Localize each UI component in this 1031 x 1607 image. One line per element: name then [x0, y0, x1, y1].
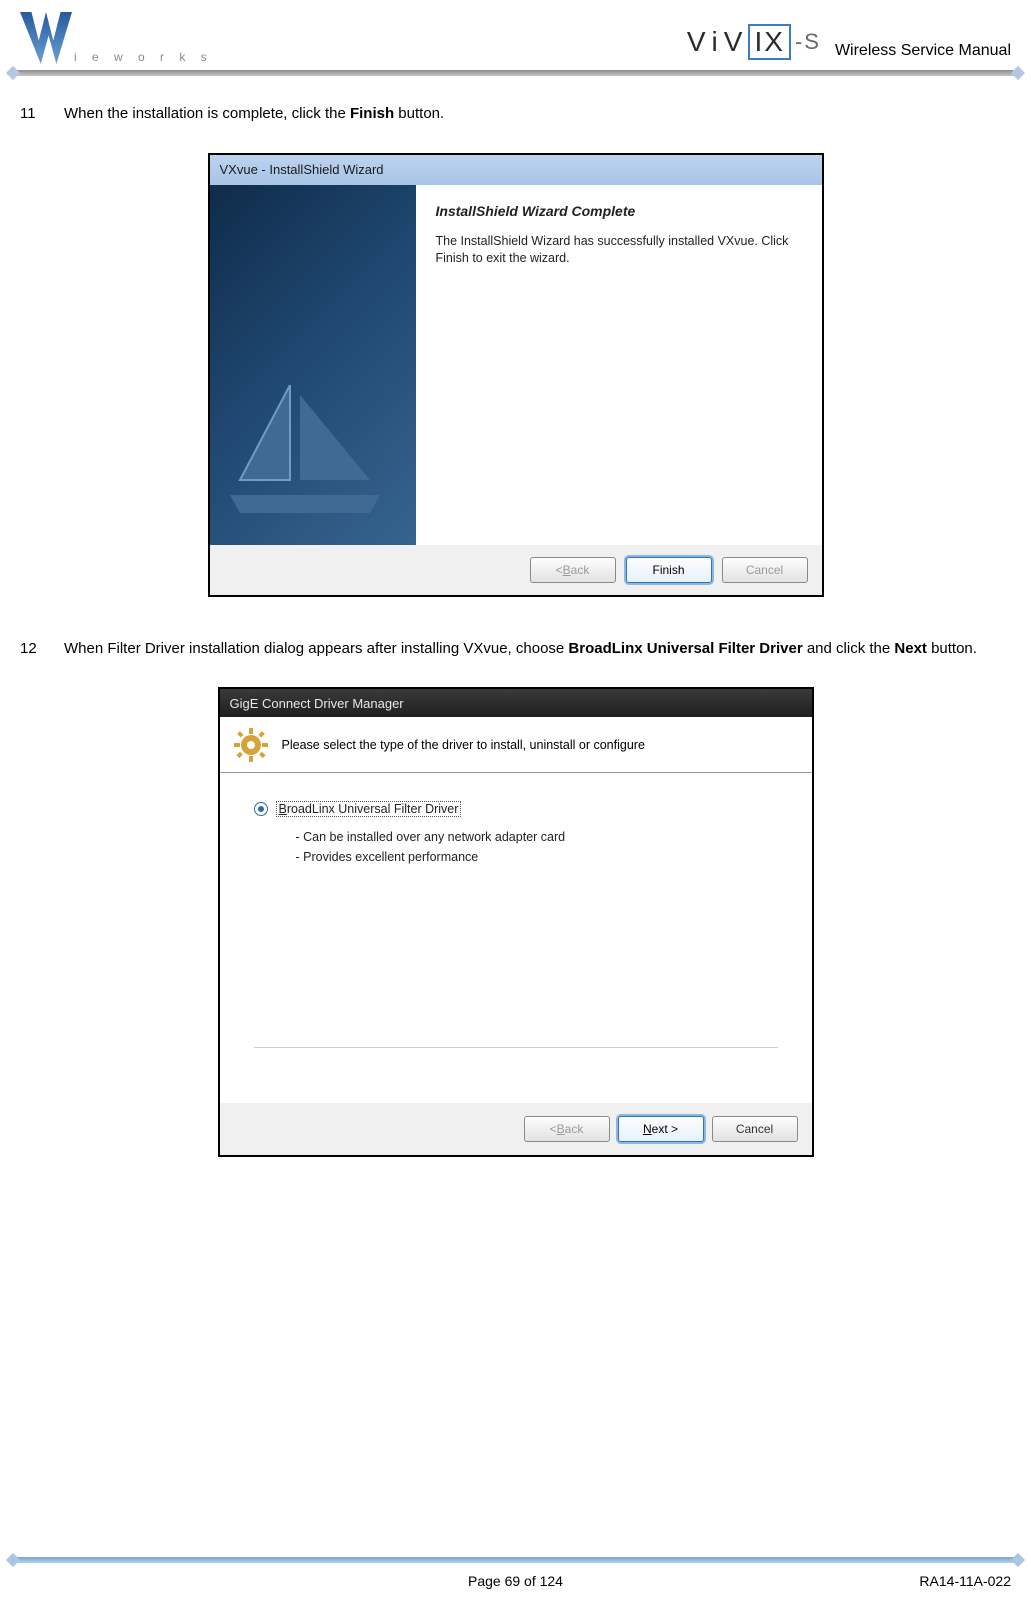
note-line: - Provides excellent performance	[296, 847, 778, 867]
text-bold: Next	[894, 640, 927, 657]
text-segment: When Filter Driver installation dialog a…	[64, 640, 568, 657]
dialog2-prompt: Please select the type of the driver to …	[282, 738, 645, 752]
btn-text-u: B	[557, 1122, 565, 1136]
note-line: - Can be installed over any network adap…	[296, 827, 778, 847]
page-header: i e w o r k s ViV IX -S Wireless Service…	[0, 0, 1031, 70]
dialog1-footer: < Back Finish Cancel	[210, 545, 822, 595]
back-button: < Back	[524, 1116, 610, 1142]
page-content: 11 When the installation is complete, cl…	[0, 76, 1031, 1157]
dialog2-body: BroadLinx Universal Filter Driver - Can …	[220, 773, 812, 1103]
text-segment: button.	[927, 640, 977, 657]
dialog2-wrap: GigE Connect Driver Manager Please sel	[20, 687, 1011, 1157]
radio-broadlinx[interactable]: BroadLinx Universal Filter Driver	[254, 801, 778, 817]
btn-text-u: B	[563, 563, 571, 577]
footer-divider	[12, 1557, 1019, 1563]
btn-text: Cancel	[746, 563, 783, 577]
text-bold: BroadLinx Universal Filter Driver	[568, 640, 802, 657]
btn-text: Finish	[652, 563, 684, 577]
manual-title: Wireless Service Manual	[835, 42, 1011, 60]
btn-text: ext >	[652, 1122, 678, 1136]
dialog2-titlebar[interactable]: GigE Connect Driver Manager	[220, 689, 812, 717]
text-segment: and click the	[803, 640, 895, 657]
footer-row: Page 69 of 124 RA14-11A-022	[12, 1573, 1019, 1589]
vieworks-logo: i e w o r k s	[20, 12, 213, 64]
radio-description: - Can be installed over any network adap…	[296, 827, 778, 867]
text-bold: Finish	[350, 105, 394, 122]
vivix-part: i	[712, 26, 720, 58]
dialog2-inner-rule	[254, 1047, 778, 1048]
dialog2-footer: < Back Next > Cancel	[220, 1103, 812, 1155]
installshield-dialog: VXvue - InstallShield Wizard InstallShie…	[208, 153, 824, 597]
text-segment: When the installation is complete, click…	[64, 105, 350, 122]
btn-text: <	[556, 563, 563, 577]
cancel-button: Cancel	[722, 557, 808, 583]
page-number: Page 69 of 124	[12, 1573, 1019, 1589]
finish-button[interactable]: Finish	[626, 557, 712, 583]
btn-text: <	[550, 1122, 557, 1136]
btn-text: Cancel	[736, 1122, 773, 1136]
step-text: When the installation is complete, click…	[64, 100, 1011, 129]
vieworks-logo-text: i e w o r k s	[74, 50, 213, 64]
vivix-suffix: -S	[795, 29, 821, 55]
radio-label-u: B	[279, 802, 287, 816]
btn-text-u: N	[643, 1122, 652, 1136]
step-text: When Filter Driver installation dialog a…	[64, 635, 1011, 664]
step-12: 12 When Filter Driver installation dialo…	[20, 635, 1011, 664]
dialog2-title: GigE Connect Driver Manager	[230, 696, 404, 711]
step-11: 11 When the installation is complete, cl…	[20, 100, 1011, 129]
dialog1-body: InstallShield Wizard Complete The Instal…	[210, 185, 822, 545]
dialog1-wrap: VXvue - InstallShield Wizard InstallShie…	[20, 153, 1011, 597]
radio-label-rest: roadLinx Universal Filter Driver	[287, 802, 459, 816]
sailboat-icon	[220, 385, 390, 515]
next-button[interactable]: Next >	[618, 1116, 704, 1142]
cancel-button[interactable]: Cancel	[712, 1116, 798, 1142]
header-right: ViV IX -S Wireless Service Manual	[687, 24, 1011, 64]
dialog1-heading: InstallShield Wizard Complete	[436, 203, 802, 219]
text-segment: button.	[394, 105, 444, 122]
vieworks-logo-mark	[20, 12, 72, 64]
page-footer: Page 69 of 124 RA14-11A-022	[12, 1557, 1019, 1589]
btn-text: ack	[565, 1122, 584, 1136]
dialog1-title: VXvue - InstallShield Wizard	[220, 162, 384, 177]
step-number: 12	[20, 635, 46, 664]
vivix-boxed: IX	[748, 24, 790, 60]
dialog1-main: InstallShield Wizard Complete The Instal…	[416, 185, 822, 545]
gige-dialog: GigE Connect Driver Manager Please sel	[218, 687, 814, 1157]
radio-icon	[254, 802, 268, 816]
step-number: 11	[20, 100, 46, 129]
radio-label: BroadLinx Universal Filter Driver	[276, 801, 462, 817]
back-button: < Back	[530, 557, 616, 583]
header-divider	[12, 70, 1019, 76]
dialog1-side-graphic	[210, 185, 416, 545]
vivix-part: V	[724, 26, 745, 58]
vivix-logo: ViV IX -S	[687, 24, 821, 60]
dialog1-titlebar[interactable]: VXvue - InstallShield Wizard	[210, 155, 822, 185]
vivix-part: V	[687, 26, 708, 58]
gear-icon	[234, 728, 268, 762]
dialog1-body-text: The InstallShield Wizard has successfull…	[436, 233, 802, 268]
btn-text: ack	[571, 563, 590, 577]
dialog2-header: Please select the type of the driver to …	[220, 717, 812, 773]
